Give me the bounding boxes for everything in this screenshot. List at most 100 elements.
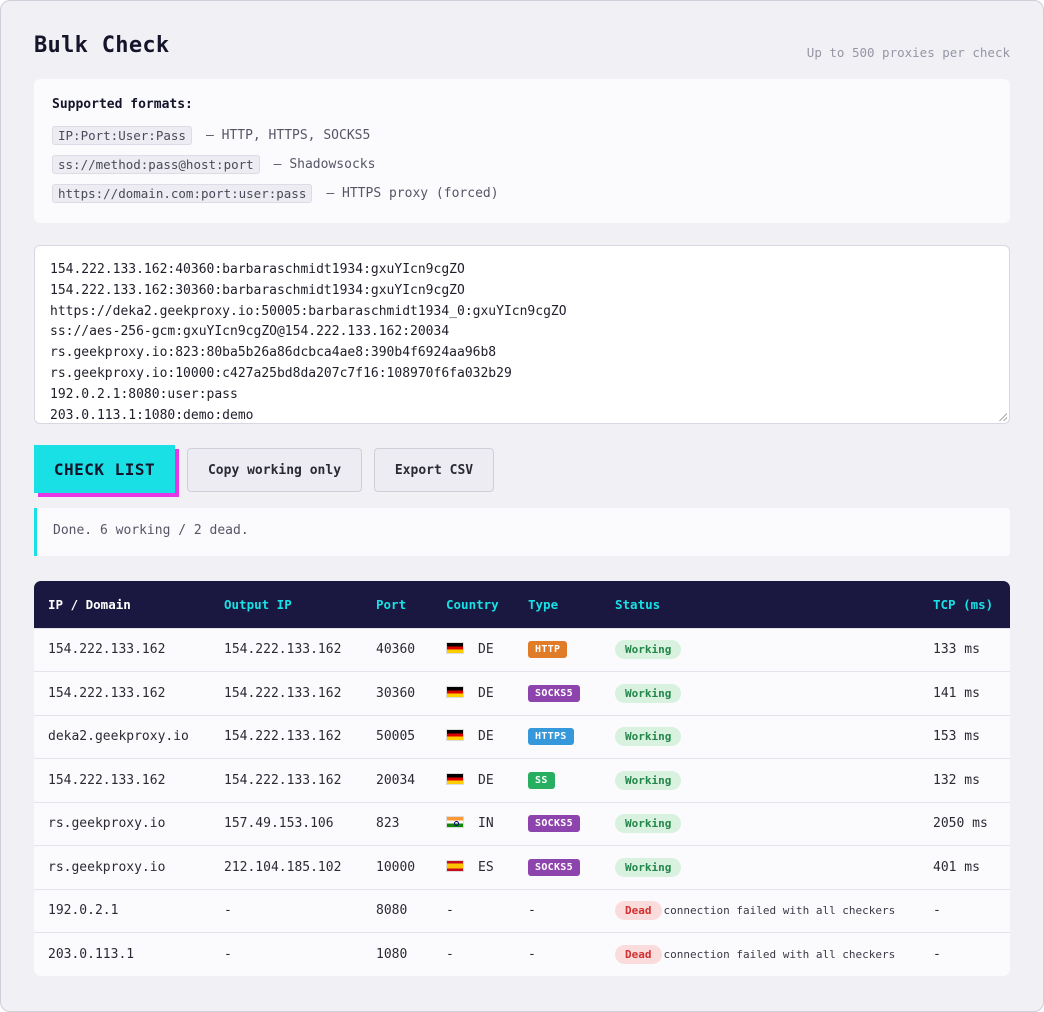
input-line: 154.222.133.162:40360:barbaraschmidt1934… bbox=[50, 262, 465, 277]
ip-cell: 154.222.133.162 bbox=[48, 642, 166, 658]
status-badge: Working bbox=[615, 683, 682, 703]
table-row: 154.222.133.162 154.222.133.162 40360 DE HTT… bbox=[34, 628, 1010, 672]
tcp-cell: 401 ms bbox=[933, 859, 980, 875]
tcp-cell: 141 ms bbox=[933, 685, 980, 701]
country-cell: - bbox=[432, 889, 514, 933]
type-badge: HTTPS bbox=[528, 728, 574, 746]
port-cell: 30360 bbox=[376, 685, 416, 701]
input-line: 192.0.2.1:8080:user:pass bbox=[50, 386, 238, 402]
bulk-check-panel: Bulk Check Up to 500 proxies per check S… bbox=[0, 0, 1044, 1012]
column-header[interactable]: Output IP bbox=[210, 581, 362, 628]
port-cell: 823 bbox=[376, 816, 400, 832]
status-cell: Working bbox=[601, 628, 919, 672]
status-cell: Dead connection failed with all checkers bbox=[601, 933, 919, 977]
export-csv-button[interactable]: Export CSV bbox=[374, 448, 494, 492]
format-desc: — Shadowsocks bbox=[273, 157, 376, 172]
resize-handle-icon[interactable] bbox=[999, 413, 1007, 421]
country-cell: DE bbox=[432, 628, 514, 672]
type-text: - bbox=[528, 903, 536, 919]
ip-cell: 154.222.133.162 bbox=[48, 685, 166, 701]
status-cell: Working bbox=[601, 672, 919, 716]
flag-de-icon bbox=[446, 729, 464, 742]
country-code: ES bbox=[478, 859, 494, 875]
proxy-list-input[interactable]: 154.222.133.162:40360:barbaraschmidt1934… bbox=[34, 245, 1010, 424]
country-cell: IN bbox=[432, 802, 514, 846]
status-cell: Dead connection failed with all checkers bbox=[601, 889, 919, 933]
table-row: 192.0.2.1-8080- - Dead connection failed wi… bbox=[34, 889, 1010, 933]
input-line: 154.222.133.162:30360:barbaraschmidt1934… bbox=[50, 282, 465, 298]
tcp-cell: 133 ms bbox=[933, 642, 980, 658]
table-body: 154.222.133.162 154.222.133.162 40360 DE HTT… bbox=[34, 628, 1010, 976]
port-cell: 50005 bbox=[376, 729, 416, 745]
output-ip-cell: 154.222.133.162 bbox=[224, 772, 342, 788]
status-badge: Dead bbox=[615, 945, 662, 964]
type-cell: - bbox=[514, 933, 601, 977]
tcp-cell: - bbox=[933, 947, 941, 962]
status-text: Done. 6 working / 2 dead. bbox=[53, 523, 249, 538]
country-code: - bbox=[446, 903, 454, 919]
column-header[interactable]: Port bbox=[362, 581, 432, 628]
type-badge: SOCKS5 bbox=[528, 684, 580, 702]
output-ip-cell: 157.49.153.106 bbox=[224, 816, 334, 832]
ip-cell: 154.222.133.162 bbox=[48, 772, 166, 788]
ip-cell: deka2.geekproxy.io bbox=[48, 729, 189, 745]
check-list-button[interactable]: CHECK LIST bbox=[34, 445, 175, 493]
status-cell: Working bbox=[601, 715, 919, 759]
type-cell: SOCKS5 bbox=[514, 802, 601, 846]
type-cell: SOCKS5 bbox=[514, 846, 601, 890]
type-cell: - bbox=[514, 889, 601, 933]
formats-heading: Supported formats: bbox=[52, 97, 193, 112]
ip-cell: 203.0.113.1 bbox=[48, 947, 135, 962]
format-item: ss://method:pass@host:port — Shadowsocks bbox=[52, 150, 992, 179]
input-line: rs.geekproxy.io:823:80ba5b26a86dcbca4ae8… bbox=[50, 345, 497, 361]
country-code: DE bbox=[478, 772, 494, 788]
column-header[interactable]: Country bbox=[432, 581, 514, 628]
country-cell: DE bbox=[432, 759, 514, 803]
type-badge: SOCKS5 bbox=[528, 815, 580, 833]
supported-formats-box: Supported formats: IP:Port:User:Pass — H… bbox=[34, 79, 1010, 223]
tcp-cell: 2050 ms bbox=[933, 816, 988, 832]
tcp-cell: 153 ms bbox=[933, 729, 980, 745]
table-row: deka2.geekproxy.io 154.222.133.162 50005 DE… bbox=[34, 715, 1010, 759]
status-reason: connection failed with all checkers bbox=[663, 904, 896, 918]
ip-cell: rs.geekproxy.io bbox=[48, 859, 166, 875]
input-line: rs.geekproxy.io:10000:c427a25bd8da207c7f… bbox=[50, 365, 512, 381]
column-header[interactable]: Status bbox=[601, 581, 919, 628]
format-code: ss://method:pass@host:port bbox=[52, 155, 260, 174]
column-header[interactable]: IP / Domain bbox=[34, 581, 210, 628]
table-row: 154.222.133.162 154.222.133.162 20034 DE SS W… bbox=[34, 758, 1010, 803]
type-cell: HTTP bbox=[514, 628, 601, 672]
panel-header: Bulk Check Up to 500 proxies per check bbox=[34, 1, 1010, 79]
port-cell: 40360 bbox=[376, 642, 416, 658]
column-header[interactable]: Type bbox=[514, 581, 601, 628]
country-cell: DE bbox=[432, 715, 514, 759]
ip-cell: 192.0.2.1 bbox=[48, 903, 119, 919]
flag-de-icon bbox=[446, 685, 464, 698]
status-badge: Working bbox=[615, 857, 682, 877]
table-row: 154.222.133.162 154.222.133.162 30360 DE SOC… bbox=[34, 671, 1010, 716]
country-cell: DE bbox=[432, 672, 514, 716]
input-line: https://deka2.geekproxy.io:50005:barbara… bbox=[50, 303, 567, 319]
output-ip-cell: - bbox=[224, 947, 232, 962]
status-reason: connection failed with all checkers bbox=[663, 948, 896, 961]
copy-working-button[interactable]: Copy working only bbox=[187, 448, 362, 492]
country-code: IN bbox=[478, 816, 494, 832]
country-code: DE bbox=[478, 642, 494, 658]
output-ip-cell: 154.222.133.162 bbox=[224, 642, 342, 658]
country-cell: ES bbox=[432, 846, 514, 890]
status-cell: Working bbox=[601, 802, 919, 846]
input-line: ss://aes-256-gcm:gxuYIcn9cgZO@154.222.13… bbox=[50, 324, 450, 340]
format-desc: — HTTP, HTTPS, SOCKS5 bbox=[205, 128, 371, 143]
type-cell: SOCKS5 bbox=[514, 672, 601, 716]
page-subtitle: Up to 500 proxies per check bbox=[806, 45, 1010, 60]
port-cell: 8080 bbox=[376, 903, 408, 919]
format-code: https://domain.com:port:user:pass bbox=[52, 184, 313, 203]
output-ip-cell: - bbox=[224, 903, 232, 919]
country-cell: - bbox=[432, 933, 514, 977]
table-row: 203.0.113.1-1080- - Dead connection failed … bbox=[34, 932, 1010, 977]
column-header[interactable]: TCP (ms) bbox=[919, 581, 1010, 628]
tcp-cell: 132 ms bbox=[933, 772, 980, 788]
status-badge: Working bbox=[615, 770, 682, 790]
country-code: - bbox=[446, 947, 454, 962]
tcp-cell: - bbox=[933, 903, 941, 919]
